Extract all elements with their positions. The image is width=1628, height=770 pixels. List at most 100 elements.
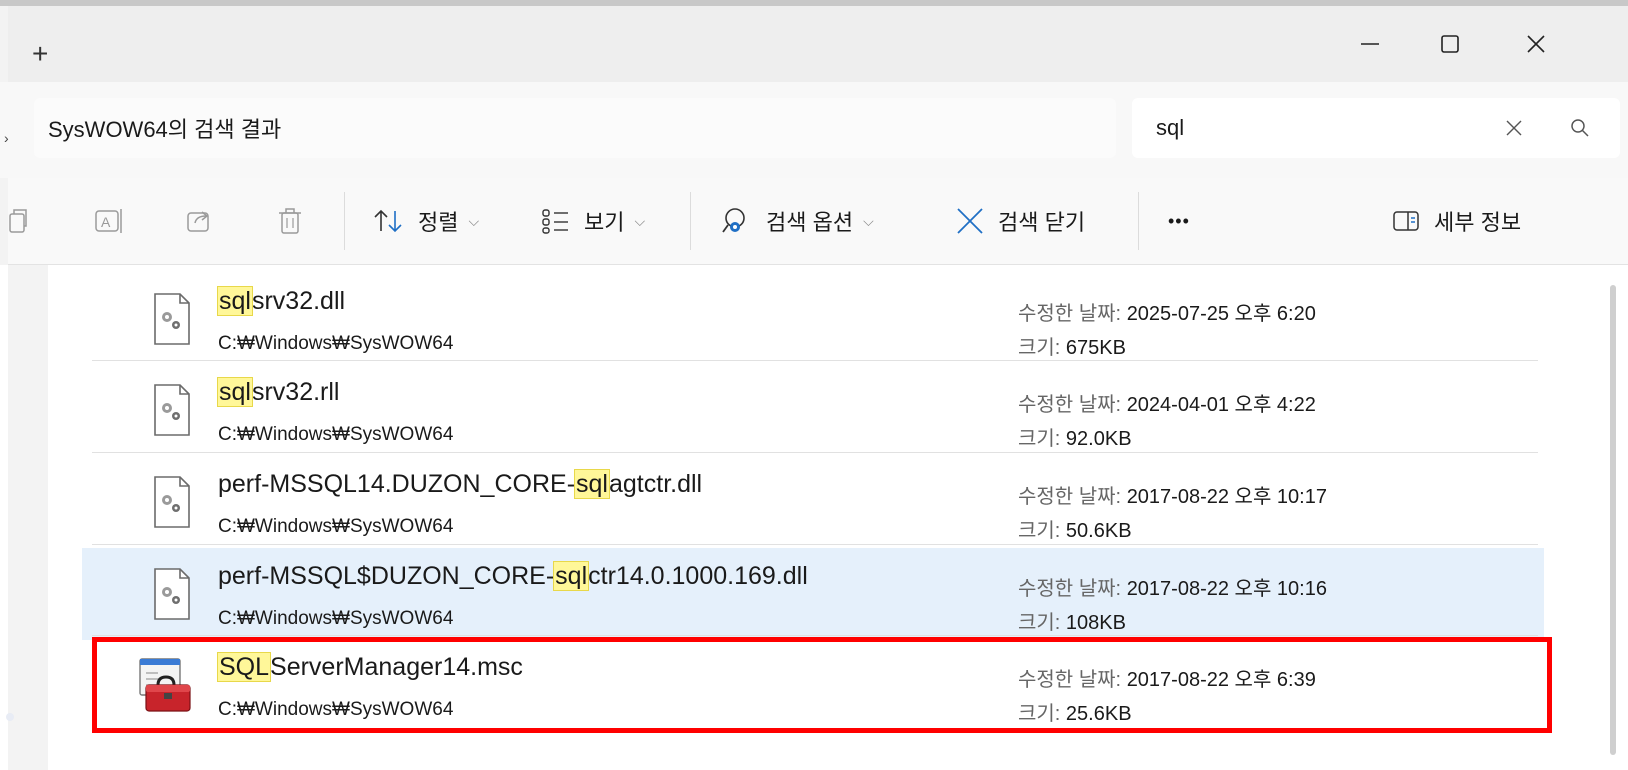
file-path: C:₩Windows₩SysWOW64 <box>218 333 454 354</box>
toolbar-separator <box>690 192 691 250</box>
file-size-value: 50.6KB <box>1065 520 1132 542</box>
file-result-row[interactable]: sqlsrv32.rll C:₩Windows₩SysWOW64 수정한 날짜: 2… <box>92 368 1538 456</box>
search-match-highlight: sql <box>217 377 253 407</box>
svg-text:A: A <box>101 214 111 230</box>
search-match-highlight: sql <box>574 469 610 499</box>
nav-indicator <box>6 713 14 721</box>
trash-icon <box>279 208 301 234</box>
file-name-suffix: srv32.dll <box>251 287 346 315</box>
sort-button[interactable]: 정렬 ⌵ <box>372 178 479 264</box>
file-size-value: 108KB <box>1065 612 1126 634</box>
toolbar-separator <box>1138 192 1139 250</box>
file-size: 크기: 92.0KB <box>1018 422 1132 451</box>
breadcrumb-chevron-icon[interactable]: › <box>4 130 9 146</box>
file-size: 크기: 675KB <box>1018 331 1126 360</box>
row-divider <box>92 635 1538 636</box>
file-path: C:₩Windows₩SysWOW64 <box>218 699 454 720</box>
sort-label: 정렬 <box>418 210 459 235</box>
file-size-label: 크기: <box>1018 337 1061 359</box>
file-name-suffix: ServerManager14.msc <box>270 653 523 681</box>
search-options-button[interactable]: 검색 옵션 ⌵ <box>720 178 874 264</box>
file-size-value: 25.6KB <box>1065 703 1132 725</box>
file-size-label: 크기: <box>1018 520 1061 542</box>
date-modified-value: 2017-08-22 오후 10:16 <box>1126 578 1327 600</box>
file-result-row[interactable]: sqlsrv32.dll C:₩Windows₩SysWOW64 수정한 날짜: 2… <box>92 277 1538 365</box>
close-search-icon <box>957 208 983 234</box>
search-icon[interactable] <box>1568 116 1592 140</box>
copy-button[interactable] <box>8 178 34 264</box>
vertical-scrollbar[interactable] <box>1610 285 1616 755</box>
search-match-highlight: sql <box>217 286 253 316</box>
file-size: 크기: 25.6KB <box>1018 697 1132 726</box>
date-modified-label: 수정한 날짜: <box>1018 303 1122 325</box>
details-pane-button[interactable]: 세부 정보 <box>1392 178 1521 264</box>
chevron-down-icon: ⌵ <box>863 212 874 229</box>
msc-toolbox-icon <box>138 657 194 720</box>
file-size-value: 675KB <box>1065 337 1126 359</box>
file-size-label: 크기: <box>1018 703 1061 725</box>
row-divider <box>92 452 1538 453</box>
close-icon <box>1527 35 1545 53</box>
rename-button[interactable]: A <box>94 178 126 264</box>
share-icon <box>187 211 209 232</box>
search-options-icon <box>722 208 745 233</box>
sort-icon <box>374 209 402 233</box>
details-pane-icon <box>1393 211 1419 231</box>
file-name[interactable]: perf-MSSQL14.DUZON_CORE-sqlagtctr.dll <box>218 469 703 499</box>
date-modified-label: 수정한 날짜: <box>1018 394 1122 416</box>
file-size-label: 크기: <box>1018 428 1061 450</box>
date-modified: 수정한 날짜: 2025-07-25 오후 6:20 <box>1018 297 1316 326</box>
file-size: 크기: 108KB <box>1018 606 1126 635</box>
maximize-button[interactable] <box>1420 24 1480 64</box>
date-modified: 수정한 날짜: 2017-08-22 오후 10:16 <box>1018 572 1327 601</box>
search-input[interactable] <box>1154 114 1478 142</box>
minimize-icon <box>1361 43 1379 45</box>
file-name-prefix: perf-MSSQL$DUZON_CORE- <box>218 562 555 590</box>
chevron-down-icon: ⌵ <box>634 212 646 229</box>
date-modified: 수정한 날짜: 2017-08-22 오후 10:17 <box>1018 480 1327 509</box>
row-divider <box>92 360 1538 361</box>
toolbar-separator <box>344 192 345 250</box>
view-button[interactable]: 보기 ⌵ <box>540 178 645 264</box>
file-size-value: 92.0KB <box>1065 428 1132 450</box>
search-match-highlight: sql <box>553 561 590 591</box>
command-bar: A 정렬 ⌵ 보기 ⌵ 검색 옵션 ⌵ 검색 닫기 ••• 세부 정보 <box>8 178 1628 265</box>
close-button[interactable] <box>1506 24 1566 64</box>
file-path: C:₩Windows₩SysWOW64 <box>218 516 454 537</box>
copy-icon <box>9 209 27 233</box>
file-result-row[interactable]: perf-MSSQL$DUZON_CORE-sqlctr14.0.1000.16… <box>82 548 1544 640</box>
date-modified-value: 2017-08-22 오후 6:39 <box>1126 669 1316 691</box>
file-name[interactable]: perf-MSSQL$DUZON_CORE-sqlctr14.0.1000.16… <box>218 561 808 591</box>
more-options-button[interactable]: ••• <box>1168 178 1190 264</box>
delete-button[interactable] <box>276 178 304 264</box>
file-name[interactable]: sqlsrv32.rll <box>217 377 340 407</box>
details-label: 세부 정보 <box>1434 210 1522 235</box>
file-result-row[interactable]: perf-MSSQL14.DUZON_CORE-sqlagtctr.dll C:₩… <box>92 460 1538 548</box>
new-tab-button[interactable]: + <box>32 40 48 68</box>
search-box[interactable] <box>1132 98 1620 158</box>
address-bar[interactable]: SysWOW64의 검색 결과 <box>34 98 1116 158</box>
dll-file-icon <box>152 474 192 535</box>
file-name-suffix: srv32.rll <box>251 378 340 406</box>
more-icon: ••• <box>1168 210 1190 231</box>
dll-file-icon <box>152 566 192 627</box>
date-modified-value: 2024-04-01 오후 4:22 <box>1126 394 1316 416</box>
file-size: 크기: 50.6KB <box>1018 514 1132 543</box>
file-name-prefix: perf-MSSQL14.DUZON_CORE- <box>218 470 576 498</box>
row-divider <box>92 544 1538 545</box>
date-modified-label: 수정한 날짜: <box>1018 669 1122 691</box>
clear-search-icon[interactable] <box>1502 116 1526 140</box>
dll-file-icon <box>152 291 192 352</box>
file-name-suffix: agtctr.dll <box>609 470 703 498</box>
search-options-label: 검색 옵션 <box>766 210 854 235</box>
file-name[interactable]: sqlsrv32.dll <box>217 286 346 316</box>
file-result-row[interactable]: SQLServerManager14.msc C:₩Windows₩SysWOW6… <box>92 643 1538 731</box>
minimize-button[interactable] <box>1340 24 1400 64</box>
close-search-button[interactable]: 검색 닫기 <box>954 178 1085 264</box>
navigation-pane <box>6 265 48 770</box>
rename-icon: A <box>95 209 122 233</box>
file-path: C:₩Windows₩SysWOW64 <box>218 424 454 445</box>
share-button[interactable] <box>186 178 214 264</box>
file-name[interactable]: SQLServerManager14.msc <box>216 652 523 682</box>
date-modified-value: 2017-08-22 오후 10:17 <box>1126 486 1327 508</box>
